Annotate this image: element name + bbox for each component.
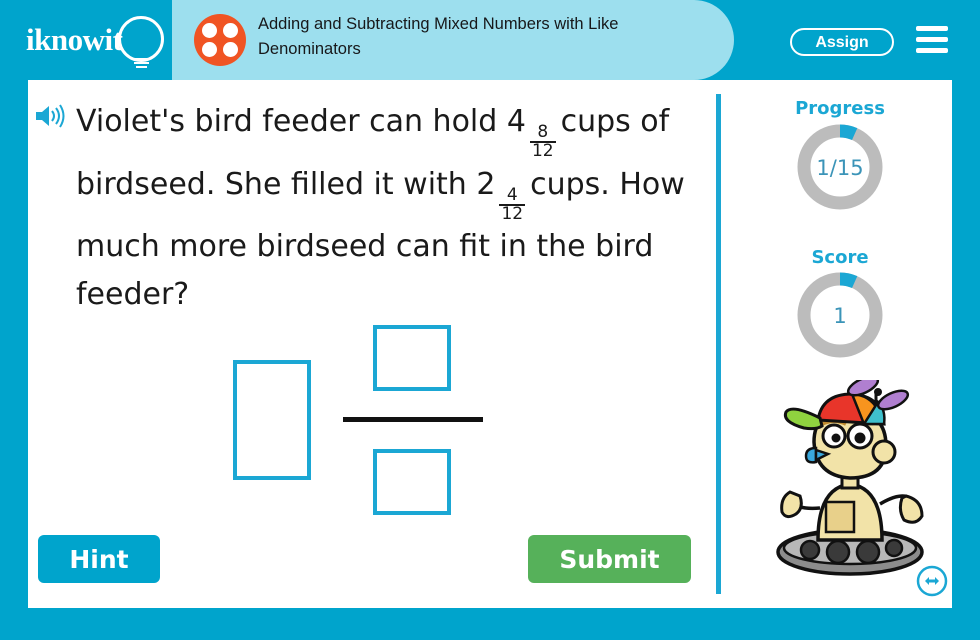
progress-ring: 1/15 (795, 122, 885, 217)
fraction-denominator: 12 (529, 141, 556, 162)
fraction-denominator: 12 (499, 203, 526, 224)
numerator-input[interactable] (373, 325, 451, 391)
whole-number-input[interactable] (233, 360, 311, 480)
submit-button[interactable]: Submit (528, 535, 691, 583)
score-value: 1 (833, 304, 847, 328)
logo-text: iknowit (26, 22, 123, 57)
app-header: iknowit Adding and Subtracting Mixed Num… (0, 0, 980, 80)
denominator-input[interactable] (373, 449, 451, 515)
fraction-bar (343, 417, 483, 422)
question-fraction-1: 8 12 (529, 121, 556, 162)
robot-mascot (760, 375, 940, 580)
score-ring: 1 (795, 270, 885, 365)
lesson-title-pill: Adding and Subtracting Mixed Numbers wit… (172, 0, 734, 80)
progress-label: Progress (795, 98, 885, 119)
fraction-numerator: 4 (506, 184, 518, 205)
question-text: Violet's bird feeder can hold 4 8 12 cups o… (76, 98, 706, 319)
speaker-icon[interactable] (34, 102, 66, 130)
page-title: Adding and Subtracting Mixed Numbers wit… (258, 15, 619, 58)
assign-button[interactable]: Assign (790, 28, 894, 56)
score-label: Score (811, 247, 869, 268)
hint-button[interactable]: Hint (38, 535, 160, 583)
question-part-1: Violet's bird feeder can hold 4 (76, 104, 526, 139)
lightbulb-base-icon (132, 58, 150, 71)
answer-input-area (188, 325, 588, 515)
fraction-numerator: 8 (537, 121, 549, 142)
question-fraction-2: 4 12 (499, 184, 526, 224)
hamburger-menu-icon[interactable] (916, 26, 948, 54)
iknowit-logo[interactable]: iknowit (22, 16, 172, 68)
progress-value: 1/15 (816, 156, 864, 180)
panel-divider (716, 94, 721, 594)
four-dot-dice-icon (194, 14, 246, 66)
stats-panel: Progress 1/15 Score 1 (728, 80, 952, 608)
resize-horizontal-icon[interactable] (916, 565, 948, 597)
lightbulb-icon (118, 16, 164, 62)
app-window: iknowit Adding and Subtracting Mixed Num… (0, 0, 980, 640)
content-card: Violet's bird feeder can hold 4 8 12 cups o… (28, 80, 952, 608)
